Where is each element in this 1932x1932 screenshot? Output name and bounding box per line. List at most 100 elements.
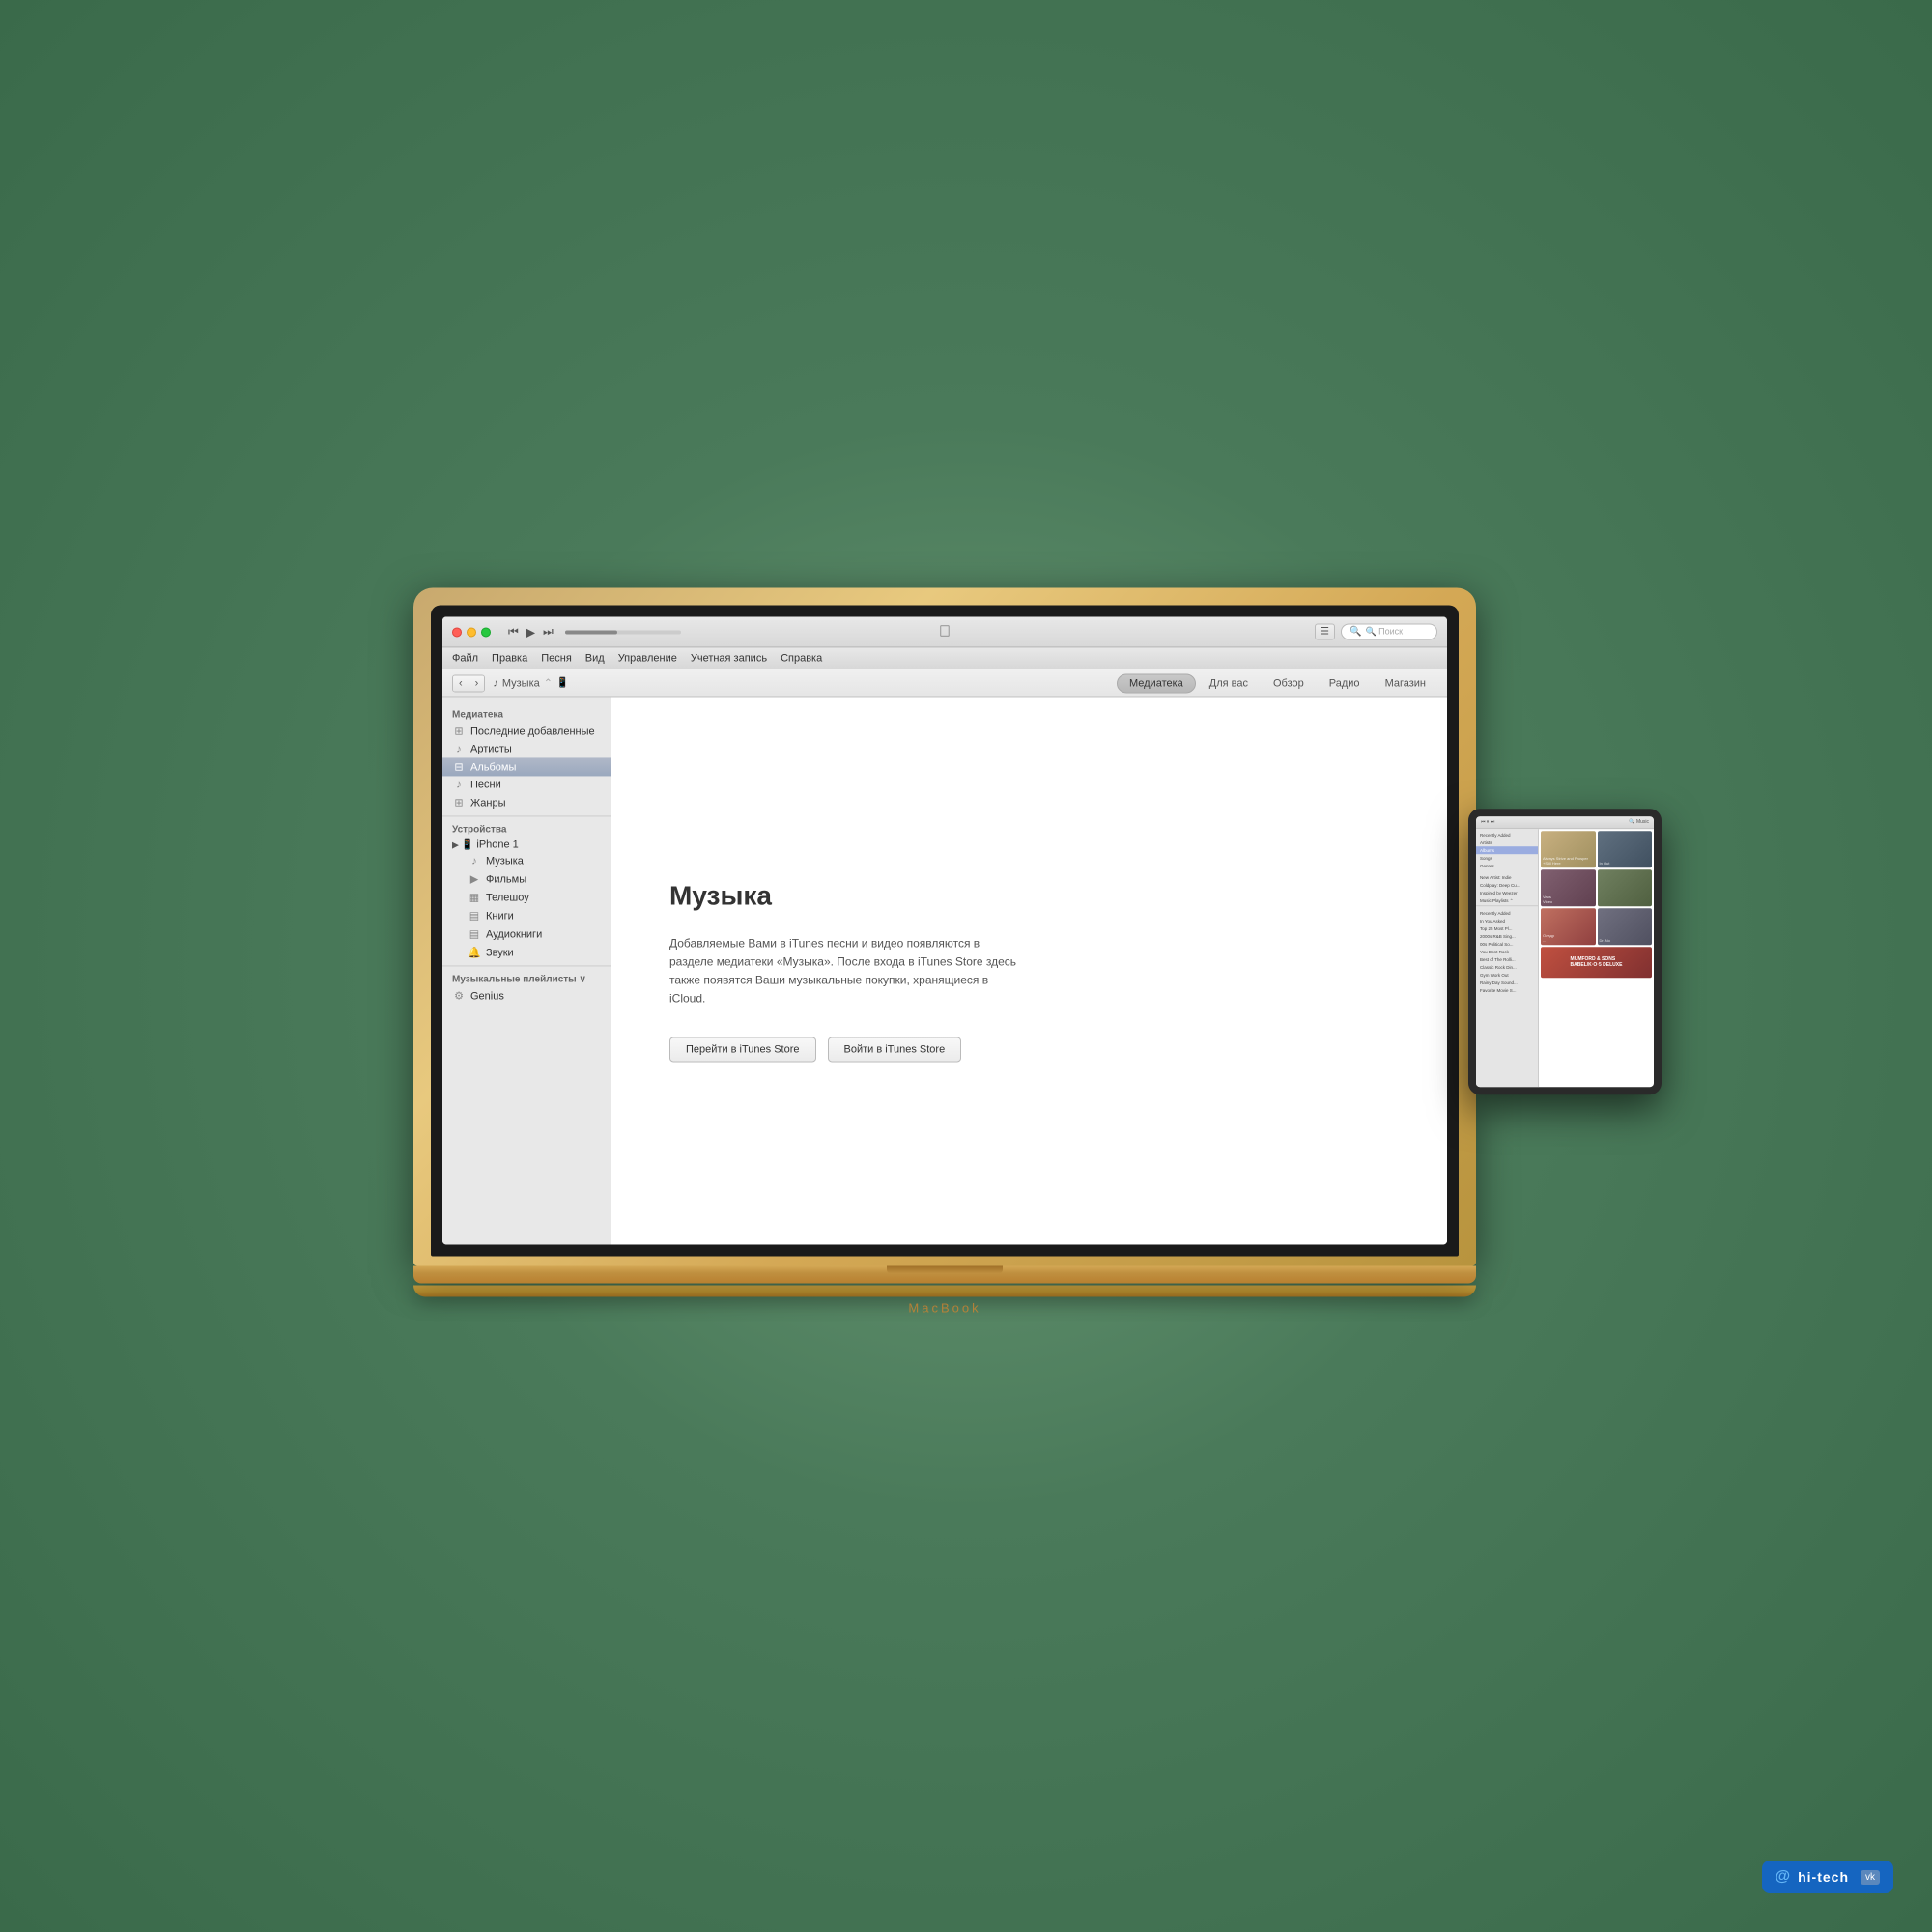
sidebar-item-songs-label: Песни xyxy=(470,779,501,790)
content-title: Музыка xyxy=(669,880,772,911)
ipad-pl11[interactable]: Best of The Rolli... xyxy=(1476,955,1538,963)
macbook: ⏮ ▶ ⏭  ☰ 🔍 🔍 Поиск xyxy=(413,587,1476,1315)
device-books-label: Книги xyxy=(486,910,514,922)
next-button[interactable]: ⏭ xyxy=(541,622,555,640)
list-view-button[interactable]: ☰ xyxy=(1315,623,1335,639)
device-iphone[interactable]: ▶ 📱 iPhone 1 xyxy=(442,837,611,852)
menu-file[interactable]: Файл xyxy=(452,652,478,664)
sidebar-item-genius-label: Genius xyxy=(470,990,504,1002)
macbook-bezel: ⏮ ▶ ⏭  ☰ 🔍 🔍 Поиск xyxy=(431,605,1459,1256)
sidebar-item-albums[interactable]: ⊟ Альбомы xyxy=(442,757,611,776)
device-movies-label: Фильмы xyxy=(486,873,526,885)
progress-bar[interactable] xyxy=(565,630,681,634)
ipad-pl2[interactable]: Coldplay: Deep Cu... xyxy=(1476,881,1538,889)
menu-account[interactable]: Учетная запись xyxy=(691,652,767,664)
ipad-search: 🔍 Music xyxy=(1629,819,1649,825)
ipad-content: Always Strive and Prosper+Still Here In … xyxy=(1539,829,1654,1087)
sidebar-item-artists-label: Артисты xyxy=(470,743,512,754)
recent-icon: ⊞ xyxy=(452,724,466,737)
ipad-genres[interactable]: Genres xyxy=(1476,862,1538,869)
nav-back[interactable]: ‹ xyxy=(453,675,469,691)
device-tv[interactable]: ▦ Телешоу xyxy=(458,888,611,906)
menu-help[interactable]: Справка xyxy=(781,652,822,664)
search-box[interactable]: 🔍 🔍 Поиск xyxy=(1341,623,1437,639)
ipad-album-1: Always Strive and Prosper+Still Here xyxy=(1541,831,1596,867)
breadcrumb-label: Музыка xyxy=(502,677,540,689)
ipad-pl7[interactable]: Top 25 Most Pl... xyxy=(1476,924,1538,932)
tab-library[interactable]: Медиатека xyxy=(1117,673,1196,693)
vk-icon: vk xyxy=(1861,1870,1880,1885)
ipad-pl4[interactable]: Music Playlists ⌃ xyxy=(1476,896,1538,905)
play-button[interactable]: ▶ xyxy=(525,623,537,640)
macbook-bottom xyxy=(413,1285,1476,1296)
menu-edit[interactable]: Правка xyxy=(492,652,527,664)
ipad-itunes: ⏮ ⏸ ⏭ 🔍 Music Recently Added Artists Alb… xyxy=(1476,816,1654,1087)
minimize-button[interactable] xyxy=(467,627,476,637)
go-to-store-button[interactable]: Перейти в iTunes Store xyxy=(669,1037,816,1063)
progress-fill xyxy=(565,630,617,634)
tab-bar: Медиатека Для вас Обзор Радио Магазин xyxy=(1117,673,1437,693)
menu-manage[interactable]: Управление xyxy=(618,652,677,664)
main-area: Медиатека ⊞ Последние добавленные ♪ Арти… xyxy=(442,697,1447,1244)
nav-buttons: ‹ › xyxy=(452,674,485,692)
menu-song[interactable]: Песня xyxy=(541,652,572,664)
title-bar: ⏮ ▶ ⏭  ☰ 🔍 🔍 Поиск xyxy=(442,616,1447,647)
macbook-display: ⏮ ▶ ⏭  ☰ 🔍 🔍 Поиск xyxy=(442,616,1447,1244)
hitech-badge[interactable]: @ hi-tech vk xyxy=(1762,1861,1894,1893)
maximize-button[interactable] xyxy=(481,627,491,637)
sidebar-item-artists[interactable]: ♪ Артисты xyxy=(442,740,611,757)
device-music-icon: ♪ xyxy=(468,855,481,867)
login-store-button[interactable]: Войти в iTunes Store xyxy=(828,1037,962,1063)
ipad-apple-playlist[interactable]: New Artist: Indie xyxy=(1476,873,1538,881)
ipad-pl14[interactable]: Rainy Day Sound... xyxy=(1476,979,1538,986)
ipad-pl8[interactable]: 2000s R&B Sing... xyxy=(1476,932,1538,940)
sidebar-item-genres[interactable]: ⊞ Жанры xyxy=(442,793,611,811)
ipad-pl12[interactable]: Classic Rock Din... xyxy=(1476,963,1538,971)
menu-view[interactable]: Вид xyxy=(585,652,605,664)
ipad-transport: ⏮ ⏸ ⏭ xyxy=(1481,819,1494,825)
ipad-pl15[interactable]: Favorite Movie S... xyxy=(1476,986,1538,994)
music-note-icon: ♪ xyxy=(493,677,498,689)
transport-controls: ⏮ ▶ ⏭ xyxy=(506,622,687,640)
ipad-albums[interactable]: Albums xyxy=(1476,846,1538,854)
sidebar-item-recent[interactable]: ⊞ Последние добавленные xyxy=(442,722,611,740)
device-books-icon: ▤ xyxy=(468,909,481,922)
tab-radio[interactable]: Радио xyxy=(1318,674,1372,692)
device-tones[interactable]: 🔔 Звуки xyxy=(458,943,611,961)
nav-forward[interactable]: › xyxy=(469,675,485,691)
device-audiobooks-label: Аудиокниги xyxy=(486,928,542,940)
itunes-window: ⏮ ▶ ⏭  ☰ 🔍 🔍 Поиск xyxy=(442,616,1447,1244)
device-audiobooks[interactable]: ▤ Аудиокниги xyxy=(458,924,611,943)
ipad-pl6[interactable]: In You Asked xyxy=(1476,917,1538,924)
ipad-pl9[interactable]: 00s Political So... xyxy=(1476,940,1538,948)
ipad-recent[interactable]: Recently Added xyxy=(1476,831,1538,838)
apple-logo:  xyxy=(939,623,951,640)
device-tv-icon: ▦ xyxy=(468,891,481,903)
sidebar: Медиатека ⊞ Последние добавленные ♪ Арти… xyxy=(442,697,611,1244)
tab-browse[interactable]: Обзор xyxy=(1262,674,1316,692)
device-subitems: ♪ Музыка ▶ Фильмы ▦ Телешоу xyxy=(442,852,611,961)
ipad-pl10[interactable]: You Dont Rock xyxy=(1476,948,1538,955)
toolbar-row: ‹ › ♪ Музыка ⌃ 📱 Медиатека Для вас xyxy=(442,668,1447,697)
tab-foryou[interactable]: Для вас xyxy=(1198,674,1260,692)
close-button[interactable] xyxy=(452,627,462,637)
device-movies-icon: ▶ xyxy=(468,872,481,885)
ipad-album-4 xyxy=(1598,869,1653,906)
device-music[interactable]: ♪ Музыка xyxy=(458,852,611,869)
device-music-label: Музыка xyxy=(486,855,524,867)
content-description: Добавляемые Вами в iTunes песни и видео … xyxy=(669,934,1017,1009)
tab-store[interactable]: Магазин xyxy=(1374,674,1437,692)
sidebar-item-songs[interactable]: ♪ Песни xyxy=(442,776,611,793)
prev-button[interactable]: ⏮ xyxy=(506,622,521,640)
ipad-pl3[interactable]: Inspired by Weezer xyxy=(1476,889,1538,896)
ipad-pl13[interactable]: Gym Work Out xyxy=(1476,971,1538,979)
ipad-artists[interactable]: Artists xyxy=(1476,838,1538,846)
device-movies[interactable]: ▶ Фильмы xyxy=(458,869,611,888)
device-books[interactable]: ▤ Книги xyxy=(458,906,611,924)
ipad-pl5[interactable]: Recently Added xyxy=(1476,909,1538,917)
sidebar-item-genius[interactable]: ⚙ Genius xyxy=(442,986,611,1005)
ipad-songs[interactable]: Songs xyxy=(1476,854,1538,862)
divider-1 xyxy=(442,815,611,816)
device-audiobooks-icon: ▤ xyxy=(468,927,481,940)
device-tv-label: Телешоу xyxy=(486,892,529,903)
